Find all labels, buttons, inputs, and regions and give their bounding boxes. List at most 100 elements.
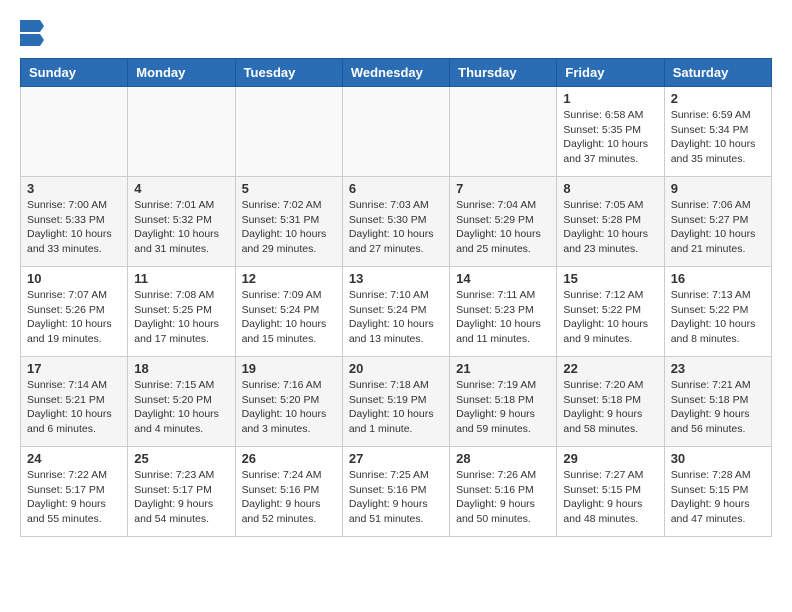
day-number: 20 bbox=[349, 361, 443, 376]
day-cell bbox=[128, 87, 235, 177]
day-number: 15 bbox=[563, 271, 657, 286]
day-info: Sunrise: 7:22 AM Sunset: 5:17 PM Dayligh… bbox=[27, 468, 121, 527]
header-cell-sunday: Sunday bbox=[21, 59, 128, 87]
day-cell: 5 Sunrise: 7:02 AM Sunset: 5:31 PM Daylig… bbox=[235, 177, 342, 267]
day-info: Sunrise: 7:25 AM Sunset: 5:16 PM Dayligh… bbox=[349, 468, 443, 527]
day-info: Sunrise: 7:28 AM Sunset: 5:15 PM Dayligh… bbox=[671, 468, 765, 527]
day-info: Sunrise: 7:07 AM Sunset: 5:26 PM Dayligh… bbox=[27, 288, 121, 347]
day-cell: 2 Sunrise: 6:59 AM Sunset: 5:34 PM Daylig… bbox=[664, 87, 771, 177]
day-cell: 15 Sunrise: 7:12 AM Sunset: 5:22 PM Dayli… bbox=[557, 267, 664, 357]
day-cell: 24 Sunrise: 7:22 AM Sunset: 5:17 PM Dayli… bbox=[21, 447, 128, 537]
day-cell: 13 Sunrise: 7:10 AM Sunset: 5:24 PM Dayli… bbox=[342, 267, 449, 357]
day-info: Sunrise: 7:26 AM Sunset: 5:16 PM Dayligh… bbox=[456, 468, 550, 527]
day-info: Sunrise: 7:23 AM Sunset: 5:17 PM Dayligh… bbox=[134, 468, 228, 527]
logo-icon bbox=[20, 20, 44, 48]
day-cell: 16 Sunrise: 7:13 AM Sunset: 5:22 PM Dayli… bbox=[664, 267, 771, 357]
day-number: 6 bbox=[349, 181, 443, 196]
day-info: Sunrise: 7:21 AM Sunset: 5:18 PM Dayligh… bbox=[671, 378, 765, 437]
day-number: 24 bbox=[27, 451, 121, 466]
day-cell: 12 Sunrise: 7:09 AM Sunset: 5:24 PM Dayli… bbox=[235, 267, 342, 357]
day-number: 5 bbox=[242, 181, 336, 196]
day-info: Sunrise: 6:58 AM Sunset: 5:35 PM Dayligh… bbox=[563, 108, 657, 167]
day-info: Sunrise: 7:19 AM Sunset: 5:18 PM Dayligh… bbox=[456, 378, 550, 437]
calendar-table: SundayMondayTuesdayWednesdayThursdayFrid… bbox=[20, 58, 772, 537]
day-info: Sunrise: 7:01 AM Sunset: 5:32 PM Dayligh… bbox=[134, 198, 228, 257]
day-cell: 21Sunrise: 7:19 AM Sunset: 5:18 PM Dayli… bbox=[450, 357, 557, 447]
day-number: 23 bbox=[671, 361, 765, 376]
week-row-5: 24 Sunrise: 7:22 AM Sunset: 5:17 PM Dayli… bbox=[21, 447, 772, 537]
day-cell: 28 Sunrise: 7:26 AM Sunset: 5:16 PM Dayli… bbox=[450, 447, 557, 537]
header-cell-friday: Friday bbox=[557, 59, 664, 87]
day-number: 26 bbox=[242, 451, 336, 466]
day-cell bbox=[21, 87, 128, 177]
day-number: 8 bbox=[563, 181, 657, 196]
day-cell: 10 Sunrise: 7:07 AM Sunset: 5:26 PM Dayli… bbox=[21, 267, 128, 357]
day-cell: 6 Sunrise: 7:03 AM Sunset: 5:30 PM Daylig… bbox=[342, 177, 449, 267]
day-info: Sunrise: 7:00 AM Sunset: 5:33 PM Dayligh… bbox=[27, 198, 121, 257]
day-info: Sunrise: 7:11 AM Sunset: 5:23 PM Dayligh… bbox=[456, 288, 550, 347]
week-row-3: 10 Sunrise: 7:07 AM Sunset: 5:26 PM Dayli… bbox=[21, 267, 772, 357]
day-info: Sunrise: 7:09 AM Sunset: 5:24 PM Dayligh… bbox=[242, 288, 336, 347]
day-number: 28 bbox=[456, 451, 550, 466]
day-number: 13 bbox=[349, 271, 443, 286]
logo bbox=[20, 20, 50, 48]
day-cell: 27Sunrise: 7:25 AM Sunset: 5:16 PM Dayli… bbox=[342, 447, 449, 537]
day-cell: 30 Sunrise: 7:28 AM Sunset: 5:15 PM Dayli… bbox=[664, 447, 771, 537]
day-number: 7 bbox=[456, 181, 550, 196]
day-number: 16 bbox=[671, 271, 765, 286]
day-cell: 20 Sunrise: 7:18 AM Sunset: 5:19 PM Dayli… bbox=[342, 357, 449, 447]
day-info: Sunrise: 7:18 AM Sunset: 5:19 PM Dayligh… bbox=[349, 378, 443, 437]
day-info: Sunrise: 7:14 AM Sunset: 5:21 PM Dayligh… bbox=[27, 378, 121, 437]
header-row: SundayMondayTuesdayWednesdayThursdayFrid… bbox=[21, 59, 772, 87]
day-number: 30 bbox=[671, 451, 765, 466]
day-number: 11 bbox=[134, 271, 228, 286]
day-cell: 19 Sunrise: 7:16 AM Sunset: 5:20 PM Dayli… bbox=[235, 357, 342, 447]
day-info: Sunrise: 7:13 AM Sunset: 5:22 PM Dayligh… bbox=[671, 288, 765, 347]
day-info: Sunrise: 7:03 AM Sunset: 5:30 PM Dayligh… bbox=[349, 198, 443, 257]
day-cell: 29Sunrise: 7:27 AM Sunset: 5:15 PM Dayli… bbox=[557, 447, 664, 537]
day-number: 14 bbox=[456, 271, 550, 286]
day-cell: 11 Sunrise: 7:08 AM Sunset: 5:25 PM Dayli… bbox=[128, 267, 235, 357]
day-info: Sunrise: 6:59 AM Sunset: 5:34 PM Dayligh… bbox=[671, 108, 765, 167]
day-cell: 1 Sunrise: 6:58 AM Sunset: 5:35 PM Daylig… bbox=[557, 87, 664, 177]
day-info: Sunrise: 7:12 AM Sunset: 5:22 PM Dayligh… bbox=[563, 288, 657, 347]
week-row-4: 17 Sunrise: 7:14 AM Sunset: 5:21 PM Dayli… bbox=[21, 357, 772, 447]
day-cell: 25 Sunrise: 7:23 AM Sunset: 5:17 PM Dayli… bbox=[128, 447, 235, 537]
day-cell: 14 Sunrise: 7:11 AM Sunset: 5:23 PM Dayli… bbox=[450, 267, 557, 357]
day-cell bbox=[235, 87, 342, 177]
day-cell: 7 Sunrise: 7:04 AM Sunset: 5:29 PM Daylig… bbox=[450, 177, 557, 267]
page-header bbox=[20, 20, 772, 48]
day-cell: 17 Sunrise: 7:14 AM Sunset: 5:21 PM Dayli… bbox=[21, 357, 128, 447]
day-number: 4 bbox=[134, 181, 228, 196]
day-cell: 9 Sunrise: 7:06 AM Sunset: 5:27 PM Daylig… bbox=[664, 177, 771, 267]
day-number: 2 bbox=[671, 91, 765, 106]
day-cell: 23 Sunrise: 7:21 AM Sunset: 5:18 PM Dayli… bbox=[664, 357, 771, 447]
day-number: 18 bbox=[134, 361, 228, 376]
day-number: 3 bbox=[27, 181, 121, 196]
day-number: 10 bbox=[27, 271, 121, 286]
day-info: Sunrise: 7:06 AM Sunset: 5:27 PM Dayligh… bbox=[671, 198, 765, 257]
day-number: 1 bbox=[563, 91, 657, 106]
day-number: 12 bbox=[242, 271, 336, 286]
day-number: 19 bbox=[242, 361, 336, 376]
day-info: Sunrise: 7:05 AM Sunset: 5:28 PM Dayligh… bbox=[563, 198, 657, 257]
day-info: Sunrise: 7:20 AM Sunset: 5:18 PM Dayligh… bbox=[563, 378, 657, 437]
header-cell-thursday: Thursday bbox=[450, 59, 557, 87]
day-cell: 3 Sunrise: 7:00 AM Sunset: 5:33 PM Daylig… bbox=[21, 177, 128, 267]
day-info: Sunrise: 7:04 AM Sunset: 5:29 PM Dayligh… bbox=[456, 198, 550, 257]
day-info: Sunrise: 7:10 AM Sunset: 5:24 PM Dayligh… bbox=[349, 288, 443, 347]
day-cell bbox=[342, 87, 449, 177]
header-cell-saturday: Saturday bbox=[664, 59, 771, 87]
day-number: 25 bbox=[134, 451, 228, 466]
day-info: Sunrise: 7:02 AM Sunset: 5:31 PM Dayligh… bbox=[242, 198, 336, 257]
week-row-2: 3 Sunrise: 7:00 AM Sunset: 5:33 PM Daylig… bbox=[21, 177, 772, 267]
header-cell-tuesday: Tuesday bbox=[235, 59, 342, 87]
day-cell: 4 Sunrise: 7:01 AM Sunset: 5:32 PM Daylig… bbox=[128, 177, 235, 267]
day-info: Sunrise: 7:15 AM Sunset: 5:20 PM Dayligh… bbox=[134, 378, 228, 437]
day-number: 17 bbox=[27, 361, 121, 376]
day-info: Sunrise: 7:16 AM Sunset: 5:20 PM Dayligh… bbox=[242, 378, 336, 437]
day-number: 9 bbox=[671, 181, 765, 196]
day-info: Sunrise: 7:08 AM Sunset: 5:25 PM Dayligh… bbox=[134, 288, 228, 347]
day-info: Sunrise: 7:27 AM Sunset: 5:15 PM Dayligh… bbox=[563, 468, 657, 527]
day-cell bbox=[450, 87, 557, 177]
